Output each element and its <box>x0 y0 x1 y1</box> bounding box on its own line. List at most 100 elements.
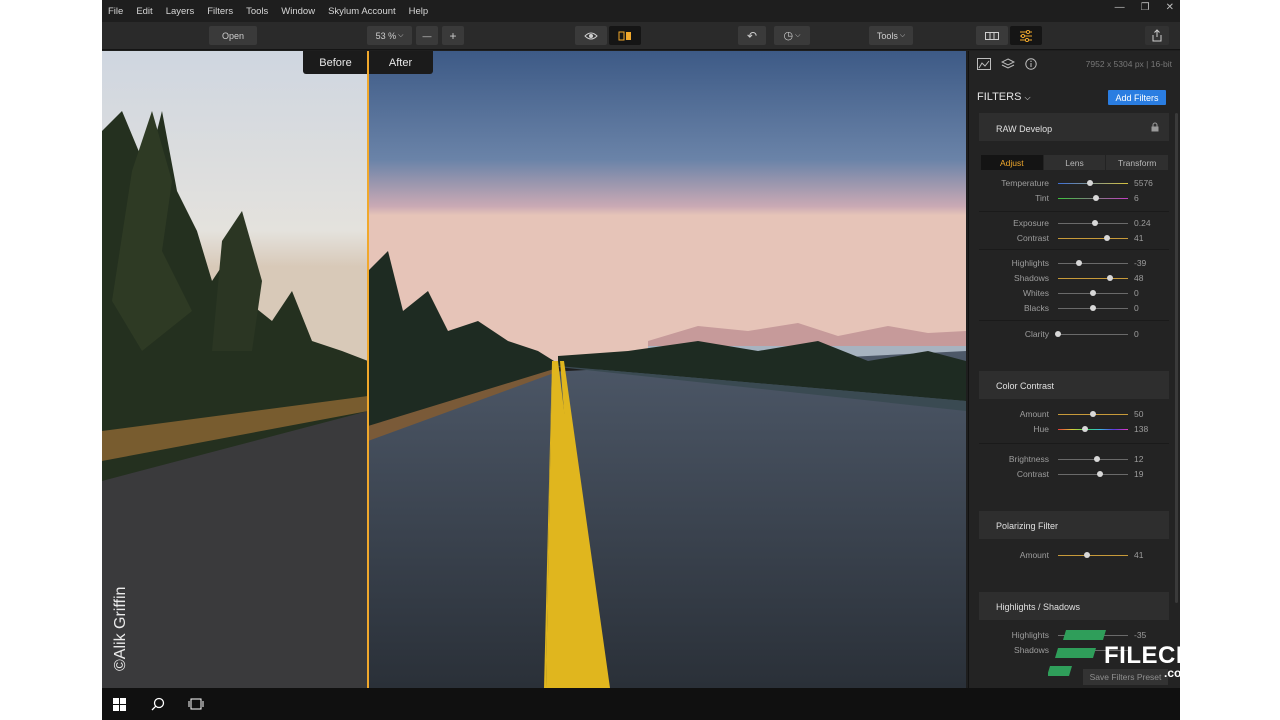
slider-knob[interactable] <box>1092 220 1098 226</box>
slider-value: 6 <box>1134 193 1139 203</box>
preview-button[interactable] <box>575 26 607 45</box>
minimize-icon[interactable]: — <box>1115 2 1125 13</box>
search-icon[interactable] <box>151 697 165 711</box>
plus-icon: + <box>449 29 456 43</box>
photo-credit: ©Alik Griffin <box>112 587 130 671</box>
cc-hue-slider[interactable]: Hue138 <box>979 422 1169 437</box>
menu-skylum-account[interactable]: Skylum Account <box>328 6 396 17</box>
sliders-icon <box>1019 30 1033 42</box>
share-button[interactable] <box>1145 26 1169 45</box>
open-button[interactable]: Open <box>209 26 257 45</box>
window-controls: — ❐ ✕ <box>1115 2 1174 13</box>
windows-start-icon[interactable] <box>113 698 126 711</box>
tab-adjust[interactable]: Adjust <box>981 155 1043 170</box>
restore-icon[interactable]: ❐ <box>1141 2 1150 13</box>
watermark-mark-icon <box>1048 630 1106 682</box>
cc-brightness-slider[interactable]: Brightness12 <box>979 452 1169 467</box>
zoom-out-button[interactable]: — <box>416 26 438 45</box>
slider-knob[interactable] <box>1090 411 1096 417</box>
temperature-slider[interactable]: Temperature5576 <box>979 176 1169 191</box>
tools-label: Tools <box>877 31 898 41</box>
highlights-shadows-header[interactable]: Highlights / Shadows <box>979 592 1169 620</box>
filmstrip-button[interactable] <box>976 26 1008 45</box>
layers-icon[interactable] <box>1001 58 1015 70</box>
tools-dropdown[interactable]: Tools⌵ <box>869 26 913 45</box>
highlights-slider[interactable]: Highlights-39 <box>979 256 1169 271</box>
exposure-slider[interactable]: Exposure0.24 <box>979 216 1169 231</box>
clock-icon: ◷ <box>784 29 794 42</box>
slider-value: 0 <box>1134 288 1139 298</box>
divider <box>979 249 1169 250</box>
menu-tools[interactable]: Tools <box>246 6 268 17</box>
slider-knob[interactable] <box>1090 290 1096 296</box>
slider-knob[interactable] <box>1093 195 1099 201</box>
undo-button[interactable]: ↶ <box>738 26 766 45</box>
after-label: After <box>368 51 433 74</box>
slider-knob[interactable] <box>1097 471 1103 477</box>
tab-lens[interactable]: Lens <box>1044 155 1106 170</box>
adjustments-button[interactable] <box>1010 26 1042 45</box>
slider-knob[interactable] <box>1084 552 1090 558</box>
shadows-slider[interactable]: Shadows48 <box>979 271 1169 286</box>
color-contrast-header[interactable]: Color Contrast <box>979 371 1169 399</box>
filmstrip-icon <box>985 32 999 40</box>
watermark-logo: FILECR .com <box>1046 628 1216 684</box>
menu-filters[interactable]: Filters <box>207 6 233 17</box>
tab-transform[interactable]: Transform <box>1106 155 1168 170</box>
split-compare-icon <box>618 31 632 41</box>
contrast-slider[interactable]: Contrast41 <box>979 231 1169 246</box>
slider-knob[interactable] <box>1094 456 1100 462</box>
divider <box>979 320 1169 321</box>
slider-track <box>1058 263 1128 264</box>
watermark-subtext: .com <box>1164 666 1192 680</box>
slider-knob[interactable] <box>1104 235 1110 241</box>
slider-knob[interactable] <box>1076 260 1082 266</box>
slider-knob[interactable] <box>1055 331 1061 337</box>
slider-value: 0 <box>1134 303 1139 313</box>
whites-slider[interactable]: Whites0 <box>979 286 1169 301</box>
menu-layers[interactable]: Layers <box>166 6 195 17</box>
cc-amount-slider[interactable]: Amount50 <box>979 407 1169 422</box>
compare-split-handle[interactable] <box>367 51 369 688</box>
slider-track <box>1058 183 1128 184</box>
slider-knob[interactable] <box>1090 305 1096 311</box>
clarity-slider[interactable]: Clarity0 <box>979 327 1169 342</box>
chevron-down-icon: ⌵ <box>1024 93 1030 102</box>
compare-button[interactable] <box>609 26 641 45</box>
raw-develop-header[interactable]: RAW Develop <box>979 113 1169 141</box>
menu-edit[interactable]: Edit <box>136 6 152 17</box>
image-canvas[interactable]: Before After ©Alik Griffin <box>102 51 966 688</box>
lock-icon[interactable] <box>1151 122 1159 132</box>
slider-knob[interactable] <box>1087 180 1093 186</box>
menu-file[interactable]: File <box>108 6 123 17</box>
slider-knob[interactable] <box>1082 426 1088 432</box>
tint-slider[interactable]: Tint6 <box>979 191 1169 206</box>
app-window: File Edit Layers Filters Tools Window Sk… <box>102 0 1180 688</box>
blacks-slider[interactable]: Blacks0 <box>979 301 1169 316</box>
cc-contrast-slider[interactable]: Contrast19 <box>979 467 1169 482</box>
panel-scrollbar[interactable] <box>1175 113 1178 603</box>
close-icon[interactable]: ✕ <box>1166 2 1174 13</box>
menu-help[interactable]: Help <box>409 6 429 17</box>
polarizing-filter-header[interactable]: Polarizing Filter <box>979 511 1169 539</box>
pol-amount-slider[interactable]: Amount41 <box>979 548 1169 563</box>
slider-value: 0 <box>1134 329 1139 339</box>
info-icon[interactable] <box>1025 58 1037 70</box>
slider-value: 41 <box>1134 550 1143 560</box>
slider-label: Contrast <box>1017 469 1049 479</box>
menu-window[interactable]: Window <box>281 6 315 17</box>
slider-label: Shadows <box>1014 645 1049 655</box>
histogram-icon[interactable] <box>977 58 991 70</box>
task-view-icon[interactable] <box>188 698 204 710</box>
zoom-in-button[interactable]: + <box>442 26 464 45</box>
slider-label: Contrast <box>1017 233 1049 243</box>
slider-track <box>1058 555 1128 556</box>
divider <box>979 443 1169 444</box>
slider-value: 5576 <box>1134 178 1153 188</box>
history-button[interactable]: ◷⌵ <box>774 26 810 45</box>
eye-icon <box>584 31 598 41</box>
add-filters-button[interactable]: Add Filters <box>1108 90 1166 105</box>
slider-knob[interactable] <box>1107 275 1113 281</box>
zoom-dropdown[interactable]: 53 %⌵ <box>367 26 412 45</box>
filters-heading[interactable]: FILTERS ⌵ <box>977 91 1031 103</box>
